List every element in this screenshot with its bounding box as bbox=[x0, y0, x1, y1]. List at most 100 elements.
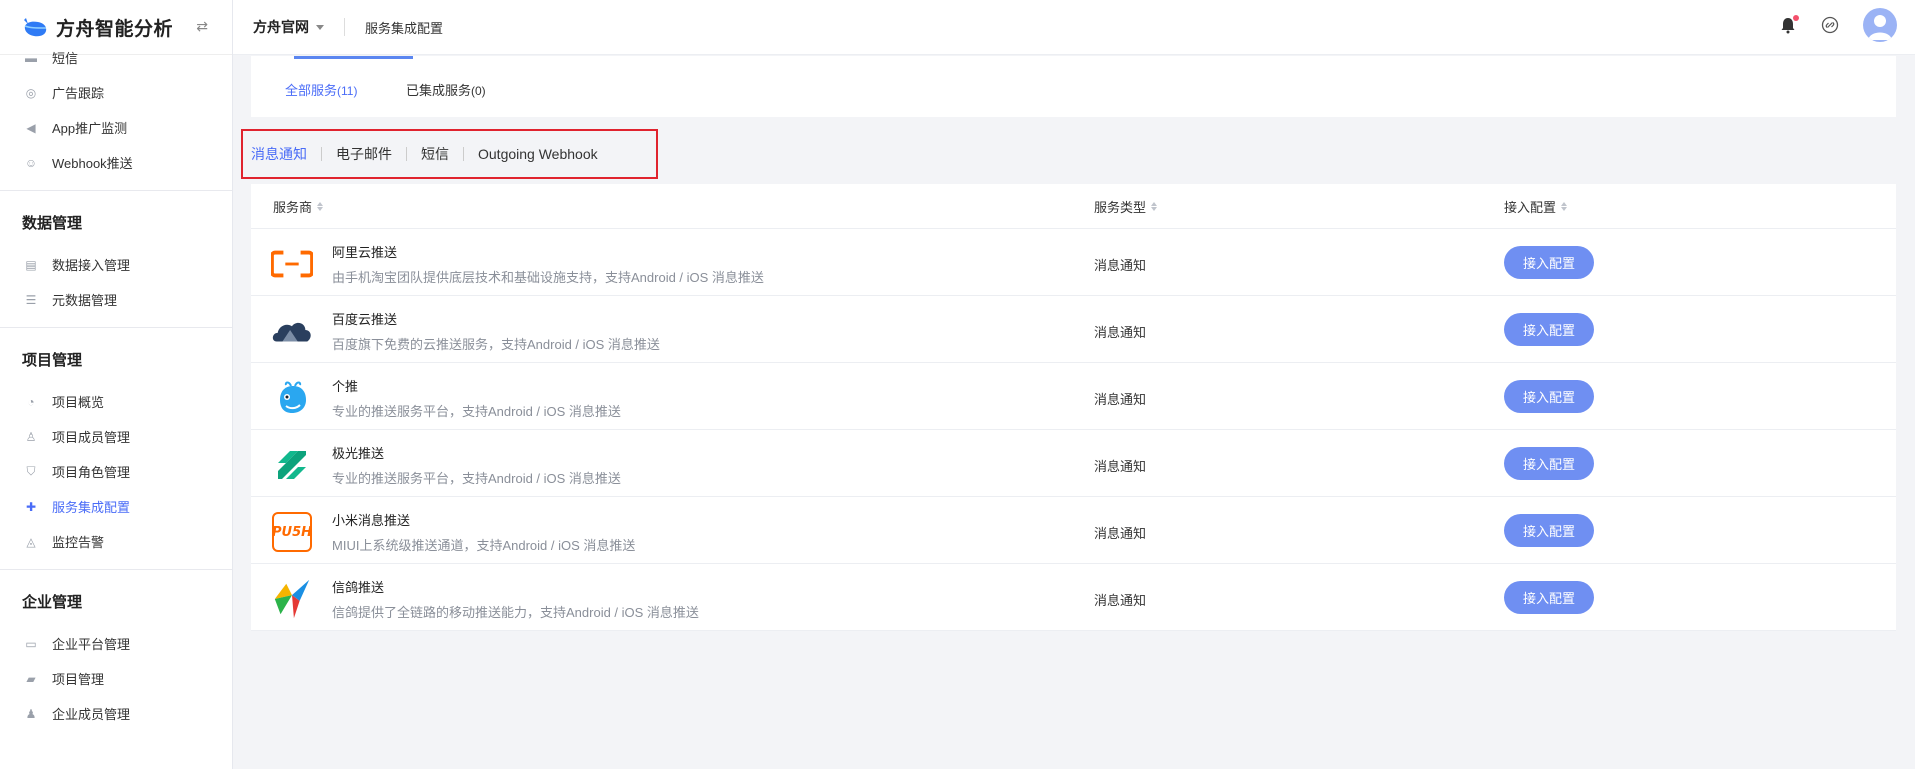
sort-icon[interactable] bbox=[317, 201, 324, 211]
sort-icon[interactable] bbox=[1151, 201, 1158, 211]
configure-button[interactable]: 接入配置 bbox=[1504, 380, 1594, 413]
configure-button[interactable]: 接入配置 bbox=[1504, 447, 1594, 480]
group-title-data: 数据管理 bbox=[22, 214, 83, 232]
filter-message-notification[interactable]: 消息通知 bbox=[251, 144, 307, 164]
tab-label: 已集成服务 bbox=[406, 83, 472, 98]
sidebar-item-label: 项目角色管理 bbox=[52, 465, 131, 480]
tab-count: (0) bbox=[471, 84, 486, 98]
caret-down-icon bbox=[316, 24, 324, 30]
jpush-logo-icon bbox=[271, 444, 313, 486]
sidebar-item-project-roles[interactable]: ⛉ 项目角色管理 bbox=[0, 454, 232, 489]
whale-logo-icon bbox=[24, 18, 47, 37]
sidebar-item-metadata[interactable]: ☰ 元数据管理 bbox=[0, 282, 232, 317]
xinge-logo-icon bbox=[271, 578, 313, 620]
metadata-icon: ☰ bbox=[25, 292, 37, 307]
monitor-icon: ▭ bbox=[25, 636, 37, 651]
shield-icon: ⛉ bbox=[26, 464, 36, 478]
app-title: 方舟智能分析 bbox=[56, 18, 174, 40]
sidebar-item-ad-tracking[interactable]: ◎ 广告跟踪 bbox=[0, 75, 232, 110]
link-icon[interactable] bbox=[1821, 16, 1839, 34]
service-type: 消息通知 bbox=[1094, 392, 1147, 407]
service-type: 消息通知 bbox=[1094, 459, 1147, 474]
user-icon: ♙ bbox=[25, 429, 37, 444]
divider bbox=[0, 190, 232, 191]
sidebar-item-label: 项目管理 bbox=[52, 672, 105, 687]
sidebar-item-project-members[interactable]: ♙ 项目成员管理 bbox=[0, 419, 232, 454]
divider bbox=[321, 147, 322, 161]
sidebar-item-enterprise-members[interactable]: ♟ 企业成员管理 bbox=[0, 696, 232, 731]
sidebar: 方舟智能分析 ⇄ ▬ 短信 ◎ 广告跟踪 ◀ App推广监测 ☺ Webhook… bbox=[0, 0, 233, 769]
sidebar-item-label: 短信 bbox=[52, 51, 79, 66]
sidebar-item-projects[interactable]: ▰ 项目管理 bbox=[0, 661, 232, 696]
service-table: 服务商 服务类型 接入配置 阿里云推送 由手机淘宝团队提供底层技术和基础设施支持… bbox=[251, 184, 1896, 631]
configure-button[interactable]: 接入配置 bbox=[1504, 514, 1594, 547]
column-label: 接入配置 bbox=[1504, 199, 1557, 215]
filter-email[interactable]: 电子邮件 bbox=[336, 144, 392, 164]
sidebar-item-data-access[interactable]: ▤ 数据接入管理 bbox=[0, 247, 232, 282]
tab-all-services[interactable]: 全部服务(11) bbox=[285, 80, 357, 99]
tab-integrated-services[interactable]: 已集成服务(0) bbox=[406, 80, 486, 99]
sidebar-item-monitoring-alerts[interactable]: ◬ 监控告警 bbox=[0, 524, 232, 559]
group-title-enterprise: 企业管理 bbox=[22, 593, 83, 611]
provider-description: 信鸽提供了全链路的移动推送能力，支持Android / iOS 消息推送 bbox=[332, 605, 699, 620]
provider-name: 个推 bbox=[332, 379, 359, 394]
sidebar-item-label: App推广监测 bbox=[52, 121, 128, 136]
sidebar-item-label: 广告跟踪 bbox=[52, 86, 105, 101]
service-type: 消息通知 bbox=[1094, 258, 1147, 273]
sidebar-item-label: 企业成员管理 bbox=[52, 707, 131, 722]
main-content: 全部服务(11) 已集成服务(0) 消息通知 电子邮件 短信 Outgoing … bbox=[233, 56, 1915, 769]
folder-icon: ▰ bbox=[26, 671, 36, 686]
sidebar-item-service-integration[interactable]: ✚ 服务集成配置 bbox=[0, 489, 232, 524]
sidebar-item-label: 监控告警 bbox=[52, 535, 105, 550]
sidebar-item-label: 项目概览 bbox=[52, 395, 105, 410]
sidebar-menu: ▬ 短信 ◎ 广告跟踪 ◀ App推广监测 ☺ Webhook推送 数据管理 ▤… bbox=[0, 51, 232, 769]
bell-icon[interactable] bbox=[1779, 15, 1799, 34]
table-row: 个推 专业的推送服务平台，支持Android / iOS 消息推送 消息通知 接… bbox=[251, 363, 1896, 430]
avatar[interactable] bbox=[1863, 8, 1897, 42]
baidu-cloud-logo-icon bbox=[271, 310, 313, 352]
sidebar-item-label: 企业平台管理 bbox=[52, 637, 131, 652]
top-bar: 方舟官网 服务集成配置 bbox=[233, 0, 1915, 55]
sidebar-item-label: 数据接入管理 bbox=[52, 258, 131, 273]
divider bbox=[344, 18, 345, 36]
divider bbox=[406, 147, 407, 161]
provider-description: 百度旗下免费的云推送服务，支持Android / iOS 消息推送 bbox=[332, 337, 660, 352]
provider-name: 信鸽推送 bbox=[332, 580, 385, 595]
column-header-config[interactable]: 接入配置 bbox=[1504, 197, 1568, 216]
divider bbox=[0, 569, 232, 570]
configure-button[interactable]: 接入配置 bbox=[1504, 581, 1594, 614]
sidebar-item-sms[interactable]: ▬ 短信 bbox=[0, 40, 232, 75]
provider-description: MIUI上系统级推送通道，支持Android / iOS 消息推送 bbox=[332, 538, 636, 553]
megaphone-icon: ◀ bbox=[26, 120, 36, 135]
column-header-provider[interactable]: 服务商 bbox=[273, 197, 324, 216]
service-type: 消息通知 bbox=[1094, 526, 1147, 541]
sidebar-item-app-promotion[interactable]: ◀ App推广监测 bbox=[0, 110, 232, 145]
sidebar-item-enterprise-platform[interactable]: ▭ 企业平台管理 bbox=[0, 626, 232, 661]
column-header-service-type[interactable]: 服务类型 bbox=[1094, 197, 1158, 216]
dashboard-icon: ◔ bbox=[27, 394, 35, 409]
sms-icon: ▬ bbox=[25, 50, 37, 65]
filter-sms[interactable]: 短信 bbox=[421, 144, 449, 164]
configure-button[interactable]: 接入配置 bbox=[1504, 246, 1594, 279]
sidebar-item-webhook[interactable]: ☺ Webhook推送 bbox=[0, 145, 232, 180]
table-row: PU5H 小米消息推送 MIUI上系统级推送通道，支持Android / iOS… bbox=[251, 497, 1896, 564]
xiaomi-push-logo-icon: PU5H bbox=[271, 511, 313, 553]
provider-name: 极光推送 bbox=[332, 446, 385, 461]
configure-button[interactable]: 接入配置 bbox=[1504, 313, 1594, 346]
sidebar-item-label: 元数据管理 bbox=[52, 293, 118, 308]
project-selector[interactable]: 方舟官网 bbox=[253, 17, 324, 37]
filter-outgoing-webhook[interactable]: Outgoing Webhook bbox=[478, 146, 598, 162]
puzzle-icon: ✚ bbox=[25, 499, 37, 514]
alarm-icon: ◬ bbox=[26, 534, 36, 549]
robot-icon: ☺ bbox=[24, 155, 38, 170]
sidebar-item-label: 项目成员管理 bbox=[52, 430, 131, 445]
provider-description: 专业的推送服务平台，支持Android / iOS 消息推送 bbox=[332, 471, 621, 486]
collapse-sidebar-icon[interactable]: ⇄ bbox=[196, 18, 208, 35]
active-tab-indicator bbox=[294, 56, 413, 59]
sort-icon[interactable] bbox=[1561, 201, 1568, 211]
database-icon: ▤ bbox=[25, 257, 37, 272]
getui-logo-icon bbox=[271, 377, 313, 419]
provider-name: 小米消息推送 bbox=[332, 513, 411, 528]
sidebar-item-project-overview[interactable]: ◔ 项目概览 bbox=[0, 384, 232, 419]
category-filter: 消息通知 电子邮件 短信 Outgoing Webhook bbox=[241, 129, 658, 179]
